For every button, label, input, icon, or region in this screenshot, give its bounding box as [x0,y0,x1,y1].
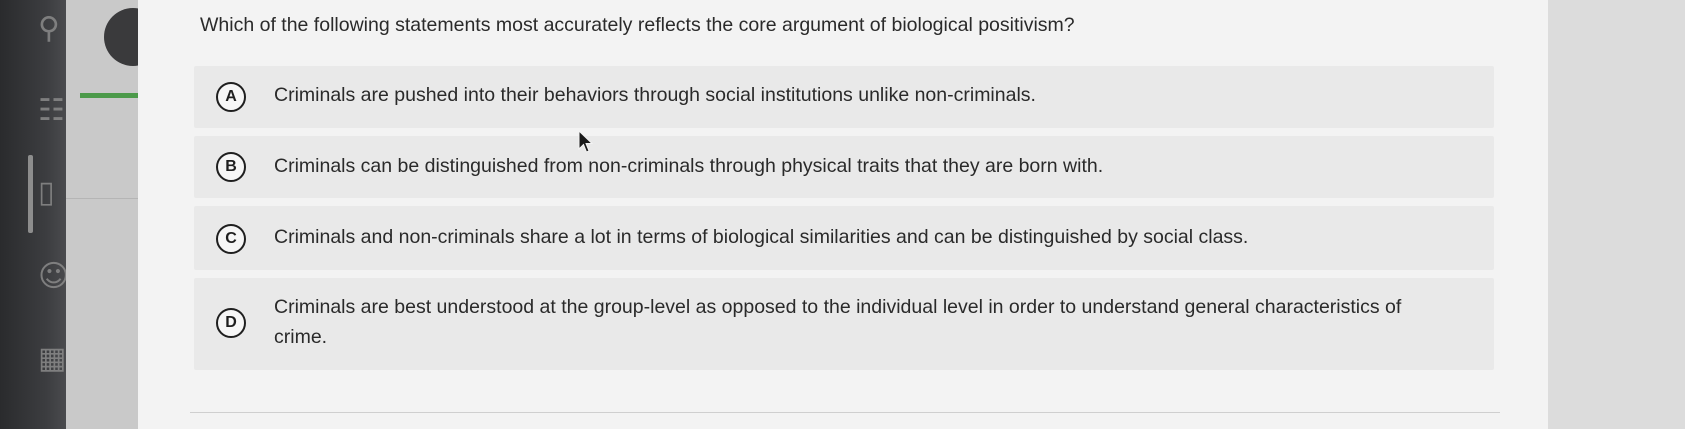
app-sidebar: ⚲ ☷ ▯ ☺ ▦ [0,0,69,429]
mouse-pointer-icon [578,130,594,153]
users-icon[interactable]: ☺ [38,262,69,292]
option-letter-badge: A [216,82,246,112]
option-text: Criminals are pushed into their behavior… [274,84,1036,106]
option-text: Criminals can be distinguished from non-… [274,155,1104,177]
progress-accent-bar [80,93,138,98]
search-icon[interactable]: ⚲ [38,14,60,44]
panel-divider [66,198,138,199]
globe-icon[interactable]: ☷ [38,96,65,126]
book-icon[interactable]: ▯ [38,178,55,208]
right-margin [1548,0,1685,429]
option-text: Criminals are best understood at the gro… [274,296,1402,348]
option-letter-badge: B [216,152,246,182]
answer-option-d[interactable]: D Criminals are best understood at the g… [194,278,1494,370]
option-letter-badge: C [216,224,246,254]
calendar-icon[interactable]: ▦ [38,344,66,374]
active-nav-indicator [28,155,33,233]
option-text: Criminals and non-criminals share a lot … [274,226,1249,248]
question-text: Which of the following statements most a… [200,14,1075,36]
answer-option-c[interactable]: C Criminals and non-criminals share a lo… [194,206,1494,270]
answer-option-b[interactable]: B Criminals can be distinguished from no… [194,136,1494,198]
option-letter-badge: D [216,308,246,338]
answer-option-a[interactable]: A Criminals are pushed into their behavi… [194,66,1494,128]
content-divider [190,412,1500,413]
